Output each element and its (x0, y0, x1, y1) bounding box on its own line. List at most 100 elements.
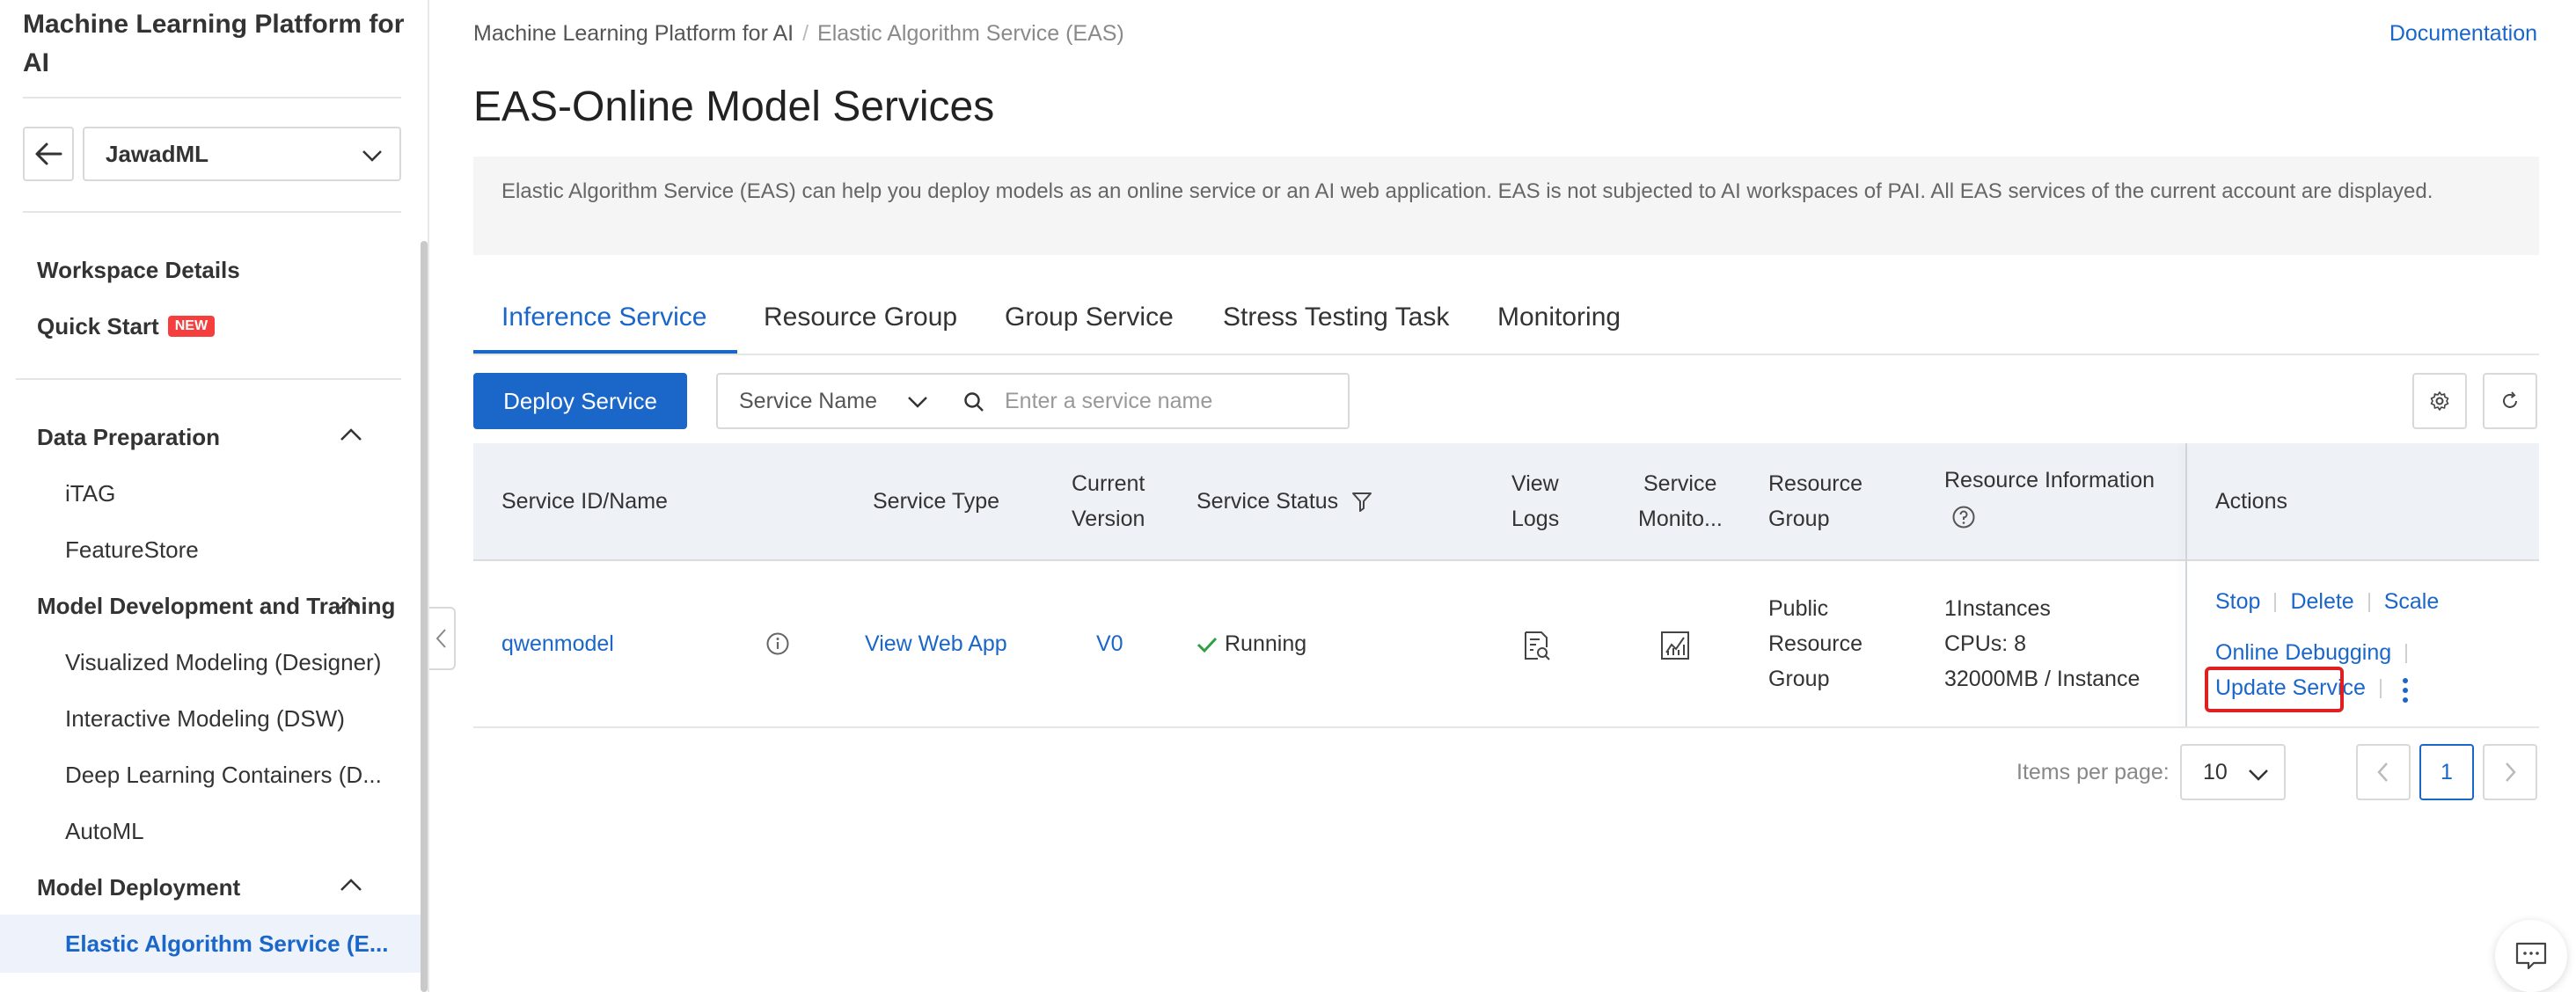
view-logs-icon[interactable] (1520, 630, 1552, 661)
sidebar-collapse-handle[interactable] (429, 607, 456, 670)
stop-button[interactable]: Stop (2215, 589, 2260, 614)
instances: 1Instances (1944, 596, 2051, 621)
divider (16, 378, 401, 380)
sidebar-scrollbar[interactable] (421, 241, 428, 992)
header-service-id: Service ID/Name (501, 489, 668, 514)
chevron-up-icon[interactable] (338, 874, 364, 897)
resource-group-line: Public (1768, 596, 1829, 621)
header-service-status[interactable]: Service Status (1197, 484, 1372, 519)
tab-bar: Inference Service Resource Group Group S… (473, 294, 2539, 355)
memory: 32000MB / Instance (1944, 667, 2141, 691)
sidebar-section-model-deployment[interactable]: Model Deployment (37, 874, 240, 901)
back-button[interactable] (23, 127, 74, 181)
resource-group-line: Resource (1768, 631, 1862, 656)
separator (2379, 679, 2382, 699)
view-web-app-link[interactable]: View Web App (865, 626, 1007, 661)
prev-page-button[interactable] (2356, 744, 2411, 800)
tab-monitoring[interactable]: Monitoring (1497, 303, 1621, 332)
sidebar-item-designer[interactable]: Visualized Modeling (Designer) (65, 649, 381, 676)
chevron-down-icon[interactable] (906, 390, 929, 413)
tab-group-service[interactable]: Group Service (1005, 303, 1174, 332)
header-line: View (1511, 471, 1559, 496)
arrow-left-icon (35, 142, 62, 165)
next-page-button[interactable] (2483, 744, 2537, 800)
sidebar-item-dsw[interactable]: Interactive Modeling (DSW) (65, 705, 345, 733)
version-link[interactable]: V0 (1096, 626, 1123, 661)
refresh-button[interactable] (2483, 373, 2537, 429)
more-actions-icon[interactable] (2400, 677, 2411, 704)
info-banner: Elastic Algorithm Service (EAS) can help… (473, 157, 2539, 255)
scale-button[interactable]: Scale (2384, 589, 2440, 614)
highlight-box (2205, 667, 2344, 712)
header-line: Current (1072, 471, 1145, 496)
tab-stress-testing[interactable]: Stress Testing Task (1223, 303, 1449, 332)
breadcrumb-root[interactable]: Machine Learning Platform for AI (473, 21, 794, 46)
online-debugging-button[interactable]: Online Debugging (2215, 640, 2391, 665)
breadcrumb-current: Elastic Algorithm Service (EAS) (817, 21, 1124, 46)
service-name-link[interactable]: qwenmodel (501, 626, 614, 661)
documentation-link[interactable]: Documentation (2389, 21, 2537, 47)
chevron-left-icon (2377, 762, 2388, 782)
delete-button[interactable]: Delete (2290, 589, 2353, 614)
workspace-select[interactable]: JawadML (83, 127, 401, 181)
new-badge: NEW (167, 316, 216, 338)
sidebar-section-data-preparation[interactable]: Data Preparation (37, 424, 220, 451)
filter-icon[interactable] (1351, 491, 1372, 514)
header-service-type: Service Type (873, 489, 1000, 514)
separator (2274, 593, 2277, 613)
breadcrumb-separator: / (802, 21, 809, 46)
chevron-down-icon (2249, 770, 2268, 781)
sidebar-item-quick-start[interactable]: Quick Start NEW (37, 313, 216, 340)
service-status: Running (1197, 626, 1306, 661)
resource-group: Public Resource Group (1768, 591, 1862, 697)
tab-inference-service[interactable]: Inference Service (501, 303, 706, 332)
divider (23, 211, 401, 213)
sidebar-item-dlc[interactable]: Deep Learning Containers (D... (65, 762, 382, 789)
gear-icon (2430, 391, 2449, 411)
separator (2405, 644, 2408, 664)
search-icon (964, 392, 984, 412)
chevron-right-icon (2506, 762, 2516, 782)
header-line: Monito... (1638, 507, 1723, 531)
sidebar-item-workspace-details[interactable]: Workspace Details (37, 257, 240, 284)
chat-icon (2515, 942, 2547, 970)
page-button-current[interactable]: 1 (2419, 744, 2474, 800)
info-circle-icon[interactable] (765, 631, 790, 656)
breadcrumb: Machine Learning Platform for AI / Elastic… (473, 21, 1124, 47)
filter-field-select[interactable]: Service Name (739, 389, 877, 414)
chevron-up-icon[interactable] (336, 593, 362, 616)
header-actions: Actions (2215, 489, 2287, 514)
divider (23, 97, 401, 98)
search-input[interactable] (1005, 385, 1339, 417)
chevron-left-icon (435, 629, 446, 648)
active-tab-indicator (473, 350, 737, 354)
settings-button[interactable] (2412, 373, 2467, 429)
workspace-name: JawadML (106, 140, 209, 167)
header-line: Resource (1768, 471, 1862, 496)
header-resource-information: Resource Information (1944, 463, 2155, 540)
chevron-down-icon (362, 150, 382, 162)
sidebar-item-featurestore[interactable]: FeatureStore (65, 536, 199, 564)
question-circle-icon[interactable] (1951, 505, 1976, 529)
status-text: Running (1225, 631, 1307, 656)
page-size-value: 10 (2203, 760, 2228, 784)
resource-group-line: Group (1768, 667, 1830, 691)
tab-resource-group[interactable]: Resource Group (764, 303, 957, 332)
sidebar-item-eas[interactable]: Elastic Algorithm Service (E... (65, 930, 389, 958)
check-icon (1197, 638, 1218, 653)
sidebar-item-automl[interactable]: AutoML (65, 818, 144, 845)
cpus: CPUs: 8 (1944, 631, 2027, 656)
header-line: Resource Information (1944, 468, 2155, 492)
chat-support-button[interactable] (2495, 920, 2567, 992)
deploy-service-button[interactable]: Deploy Service (473, 373, 687, 429)
header-line: Service (1643, 471, 1717, 496)
sidebar-item-itag[interactable]: iTAG (65, 480, 115, 507)
header-view-logs: View Logs (1511, 466, 1559, 536)
header-line: Logs (1511, 507, 1560, 531)
page-size-select[interactable]: 10 (2180, 744, 2286, 800)
monitoring-chart-icon[interactable] (1659, 630, 1691, 661)
resource-information: 1Instances CPUs: 8 32000MB / Instance (1944, 591, 2140, 697)
chevron-up-icon[interactable] (338, 424, 364, 447)
items-per-page-label: Items per page: (2016, 760, 2170, 784)
table-header: Service ID/Name Service Type Current Vers… (473, 443, 2539, 561)
